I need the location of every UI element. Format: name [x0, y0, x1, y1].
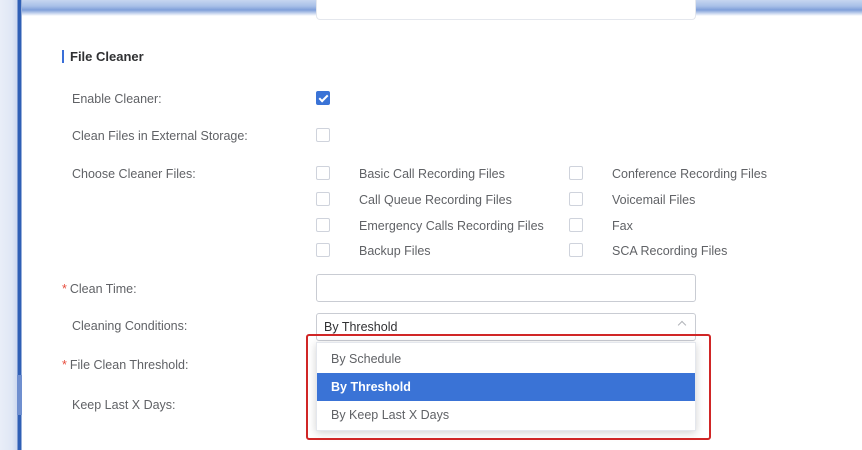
previous-field-input[interactable]: [316, 0, 696, 20]
file-clean-threshold-label-text: File Clean Threshold:: [69, 358, 189, 372]
cleaning-conditions-value: By Threshold: [324, 320, 398, 334]
emergency-calls-recording-checkbox[interactable]: [316, 218, 330, 232]
basic-call-recording-checkbox[interactable]: [316, 166, 330, 180]
clean-time-label: * Clean Time:: [62, 282, 137, 296]
clean-time-label-text: Clean Time:: [69, 282, 137, 296]
required-marker: *: [62, 358, 67, 372]
choose-cleaner-files-label: Choose Cleaner Files:: [72, 167, 196, 181]
left-edge-accent: [17, 375, 22, 415]
section-title: File Cleaner: [62, 49, 144, 64]
conference-recording-checkbox[interactable]: [569, 166, 583, 180]
clean-external-storage-label: Clean Files in External Storage:: [72, 129, 248, 143]
cleaning-conditions-label: Cleaning Conditions:: [72, 319, 188, 333]
enable-cleaner-checkbox[interactable]: [316, 91, 330, 105]
keep-last-days-label: Keep Last X Days:: [72, 398, 176, 412]
enable-cleaner-label: Enable Cleaner:: [72, 92, 162, 106]
chevron-up-icon: [677, 320, 687, 330]
voicemail-files-checkbox[interactable]: [569, 192, 583, 206]
clean-external-storage-checkbox[interactable]: [316, 128, 330, 142]
sca-recording-label: SCA Recording Files: [612, 244, 728, 258]
fax-label: Fax: [612, 219, 633, 233]
emergency-calls-recording-label: Emergency Calls Recording Files: [359, 219, 544, 233]
backup-files-checkbox[interactable]: [316, 243, 330, 257]
voicemail-files-label: Voicemail Files: [612, 193, 696, 207]
file-clean-threshold-label: * File Clean Threshold:: [62, 358, 188, 372]
clean-time-input[interactable]: [316, 274, 696, 302]
basic-call-recording-label: Basic Call Recording Files: [359, 167, 505, 181]
conference-recording-label: Conference Recording Files: [612, 167, 767, 181]
fax-checkbox[interactable]: [569, 218, 583, 232]
required-marker: *: [62, 282, 67, 296]
sca-recording-checkbox[interactable]: [569, 243, 583, 257]
call-queue-recording-checkbox[interactable]: [316, 192, 330, 206]
highlight-annotation-box: [306, 334, 711, 440]
backup-files-label: Backup Files: [359, 244, 431, 258]
call-queue-recording-label: Call Queue Recording Files: [359, 193, 512, 207]
